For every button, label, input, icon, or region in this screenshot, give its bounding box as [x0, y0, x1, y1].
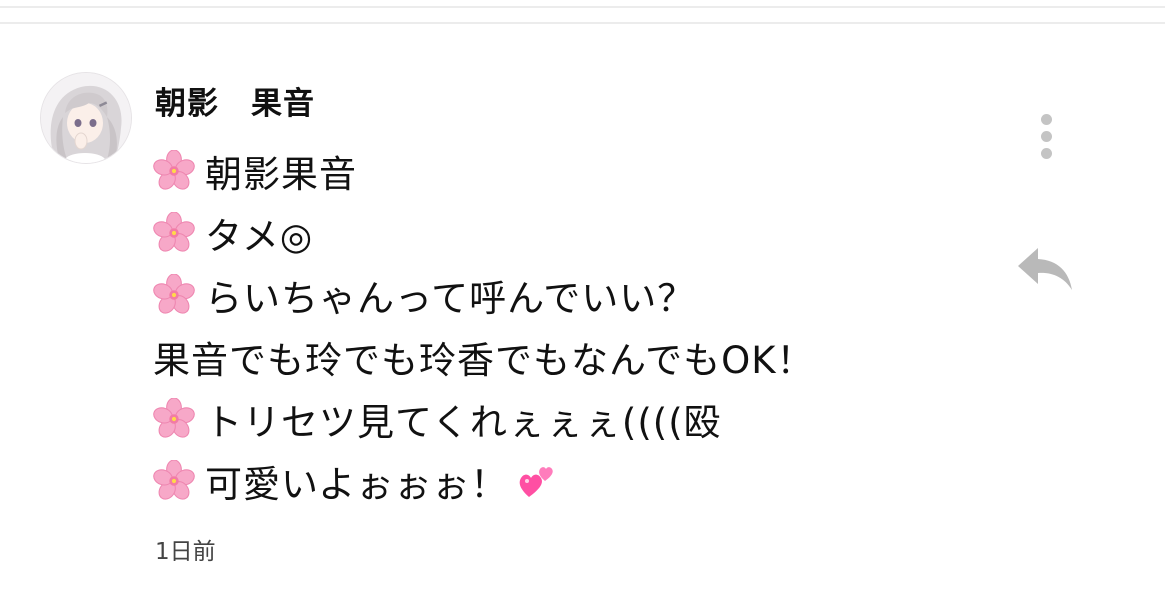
comment-line: 可愛いよぉぉぉ！ — [153, 450, 815, 512]
reply-arrow-icon — [1018, 248, 1072, 290]
comment-line-text: 可愛いよぉぉぉ！ — [205, 463, 509, 506]
comment-body: 朝影果音 タメ◎ らいちゃんって呼んでいい？ 果音でも玲でも玲香でもなんでもOK… — [153, 140, 815, 512]
top-divider-secondary — [0, 22, 1165, 24]
comment-line-text: トリセツ見てくれぇぇぇ((((殴 — [205, 401, 722, 444]
vertical-dots-icon — [1040, 113, 1052, 125]
comment-line-text: 果音でも玲でも玲香でもなんでもOK！ — [153, 339, 815, 382]
cherry-blossom-icon — [153, 274, 195, 314]
comment-line-text: 朝影果音 — [205, 153, 357, 196]
top-divider — [0, 6, 1165, 8]
comment-line: らいちゃんって呼んでいい？ — [153, 264, 815, 326]
comment-line: トリセツ見てくれぇぇぇ((((殴 — [153, 388, 815, 450]
cherry-blossom-icon — [153, 398, 195, 438]
comment-line: タメ◎ — [153, 202, 815, 264]
more-options-button[interactable] — [1028, 106, 1064, 166]
comment-line: 果音でも玲でも玲香でもなんでもOK！ — [153, 326, 815, 388]
cherry-blossom-icon — [153, 212, 195, 252]
comment-line: 朝影果音 — [153, 140, 815, 202]
vertical-dots-icon — [1040, 147, 1052, 159]
cherry-blossom-icon — [153, 460, 195, 500]
two-hearts-icon — [519, 467, 554, 497]
avatar[interactable] — [40, 72, 132, 164]
comment-line-text: らいちゃんって呼んでいい？ — [205, 277, 696, 320]
vertical-dots-icon — [1040, 130, 1052, 142]
reply-button[interactable] — [1016, 244, 1074, 294]
avatar-illustration — [41, 73, 131, 163]
cherry-blossom-icon — [153, 150, 195, 190]
comment-line-text: タメ◎ — [205, 215, 314, 258]
comment-author-name[interactable]: 朝影 果音 — [155, 78, 315, 123]
comment-timestamp: 1日前 — [155, 539, 216, 565]
